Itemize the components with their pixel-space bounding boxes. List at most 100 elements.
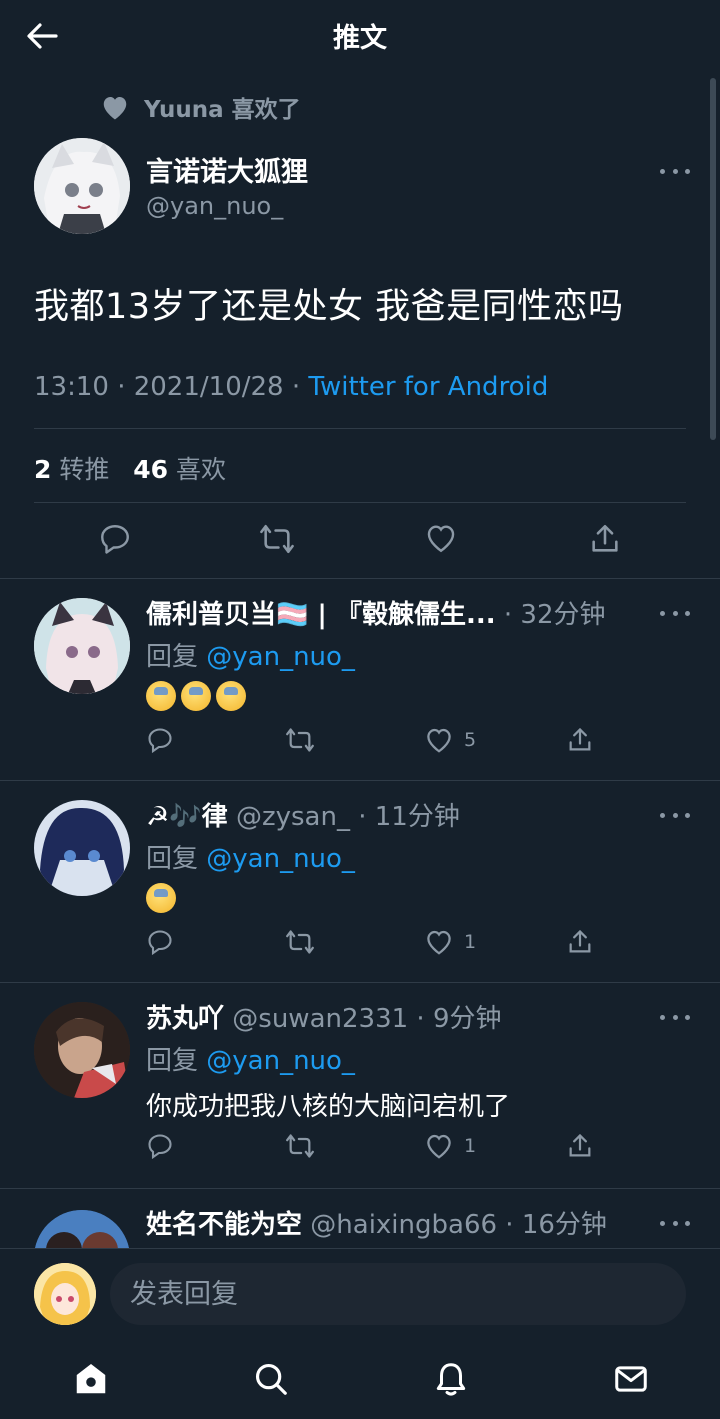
like-button[interactable] (424, 522, 458, 554)
reply-header: 姓名不能为空 @haixingba66 · 16分钟 (146, 1204, 607, 1241)
more-options-icon[interactable] (660, 608, 690, 618)
retweet-button[interactable] (284, 1132, 316, 1160)
heart-icon (427, 728, 451, 753)
display-name[interactable]: 苏丸吖 (146, 1004, 224, 1034)
like-button[interactable]: 1 (424, 1132, 476, 1160)
reply-tweet[interactable]: ☭🎶律 @zysan_ · 11分钟 回复 @yan_nuo_ 1 (0, 782, 720, 982)
share-icon (569, 929, 591, 953)
reply-action-bar: 5 (0, 726, 720, 766)
tweet-text: 我都13岁了还是处女 我爸是同性恋吗 (34, 287, 624, 327)
engagement-stats: 2 转推 46 喜欢 (34, 450, 226, 486)
anime-avatar-image (34, 1263, 96, 1325)
like-button[interactable]: 1 (424, 928, 476, 956)
divider (0, 578, 720, 579)
reply-button[interactable] (146, 726, 174, 754)
reply-prefix: 回复 (146, 642, 207, 672)
comment-icon (148, 728, 172, 754)
display-name[interactable]: 姓名不能为空 (146, 1210, 302, 1240)
username[interactable]: @haixingba66 (302, 1210, 497, 1240)
share-icon (569, 727, 591, 751)
reply-tweet[interactable]: 姓名不能为空 @haixingba66 · 16分钟 (0, 1190, 720, 1248)
share-button[interactable] (566, 726, 594, 754)
search-icon (255, 1363, 287, 1395)
avatar[interactable] (34, 800, 130, 896)
reply-text: 你成功把我八核的大脑问宕机了 (146, 1092, 511, 1122)
avatar[interactable] (34, 598, 130, 694)
replying-to: 回复 @yan_nuo_ (146, 838, 355, 875)
source-link[interactable]: Twitter for Android (308, 372, 548, 402)
mail-icon (615, 1366, 647, 1392)
nav-notifications[interactable] (426, 1354, 476, 1404)
reply-button[interactable] (146, 1132, 174, 1160)
reply-header: 儒利普贝当🏳️‍⚧️ | 『毂觫儒生... · 32分钟 (146, 594, 606, 631)
display-name[interactable]: 儒利普贝当🏳️‍⚧️ | 『毂觫儒生... (146, 600, 496, 630)
reply-header: ☭🎶律 @zysan_ · 11分钟 (146, 796, 460, 833)
reply-tweet[interactable]: 苏丸吖 @suwan2331 · 9分钟 回复 @yan_nuo_ 你成功把我八… (0, 984, 720, 1188)
more-options-icon[interactable] (660, 1012, 690, 1022)
reply-action-bar: 1 (0, 928, 720, 968)
more-options-icon[interactable] (660, 1218, 690, 1228)
reply-action-bar: 1 (0, 1132, 720, 1172)
top-bar: 推文 (0, 0, 720, 72)
current-user-avatar[interactable] (34, 1263, 96, 1325)
anxious-sweat-emoji-icon (146, 680, 176, 711)
home-icon (76, 1363, 106, 1394)
share-button[interactable] (566, 1132, 594, 1160)
share-button[interactable] (588, 522, 622, 556)
heart-icon (427, 930, 451, 955)
comment-icon (148, 1134, 172, 1160)
like-count: 5 (464, 729, 477, 751)
more-options-icon[interactable] (660, 166, 690, 176)
comment-icon (148, 930, 172, 956)
heart-filled-icon (103, 97, 127, 120)
reply-prefix: 回复 (146, 1046, 207, 1076)
display-name[interactable]: ☭🎶律 (146, 802, 228, 832)
retweet-button[interactable] (284, 726, 316, 754)
username[interactable]: @yan_nuo_ (146, 192, 283, 220)
timestamp: 13:10 · 2021/10/28 · (34, 372, 309, 402)
reply-button[interactable] (146, 928, 174, 956)
retweet-count[interactable]: 2 (34, 455, 51, 484)
retweet-button[interactable] (284, 928, 316, 956)
heart-icon (427, 1134, 451, 1159)
share-icon (592, 524, 618, 552)
username[interactable]: @zysan_ (228, 802, 350, 832)
reply-emojis (146, 680, 251, 711)
like-label[interactable]: 喜欢 (176, 455, 226, 484)
like-count[interactable]: 46 (133, 455, 168, 484)
nav-home[interactable] (66, 1354, 116, 1404)
retweet-button[interactable] (258, 522, 296, 556)
heart-icon (427, 525, 455, 553)
more-options-icon[interactable] (660, 810, 690, 820)
reply-button[interactable] (98, 522, 132, 556)
mention-link[interactable]: @yan_nuo_ (206, 844, 355, 874)
tweet-action-bar (0, 522, 720, 562)
reply-input[interactable] (110, 1263, 686, 1325)
mention-link[interactable]: @yan_nuo_ (206, 1046, 355, 1076)
reply-emojis (146, 882, 181, 913)
divider (0, 982, 720, 983)
avatar[interactable] (34, 1210, 130, 1248)
display-name[interactable]: 言诺诺大狐狸 (146, 150, 308, 189)
nav-search[interactable] (246, 1354, 296, 1404)
nav-messages[interactable] (606, 1354, 656, 1404)
retweet-label[interactable]: 转推 (59, 455, 109, 484)
like-button[interactable]: 5 (424, 726, 476, 754)
scrollbar[interactable] (710, 78, 716, 440)
mention-link[interactable]: @yan_nuo_ (206, 642, 355, 672)
photo-avatar-image (34, 1002, 130, 1098)
anime-avatar-image (34, 138, 130, 234)
like-count: 1 (464, 931, 477, 953)
username[interactable]: @suwan2331 (224, 1004, 408, 1034)
timestamp: · 9分钟 (408, 1004, 502, 1034)
reply-tweet[interactable]: 儒利普贝当🏳️‍⚧️ | 『毂觫儒生... · 32分钟 回复 @yan_nuo… (0, 580, 720, 780)
avatar[interactable] (34, 138, 130, 234)
anxious-sweat-emoji-icon (181, 680, 211, 711)
social-context[interactable]: Yuuna 喜欢了 (100, 90, 301, 124)
tweet-meta: 13:10 · 2021/10/28 · Twitter for Android (34, 372, 548, 402)
share-button[interactable] (566, 928, 594, 956)
anime-avatar-image (34, 1210, 130, 1248)
retweet-icon (286, 1134, 314, 1158)
grinning-sweat-emoji-icon (146, 882, 176, 913)
avatar[interactable] (34, 1002, 130, 1098)
